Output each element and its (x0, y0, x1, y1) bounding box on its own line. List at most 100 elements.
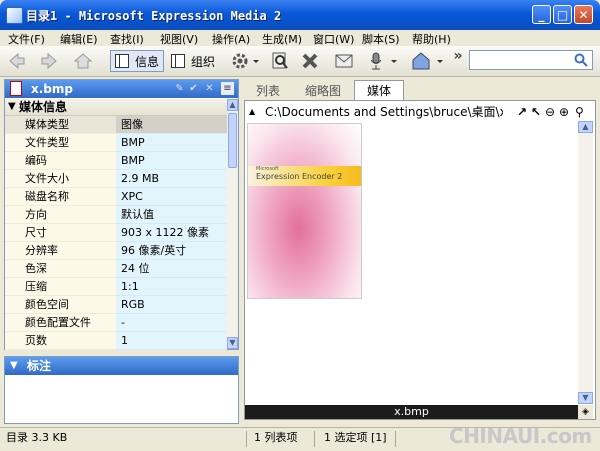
forward-arrow-icon[interactable] (38, 51, 60, 71)
minimize-button[interactable]: _ (532, 5, 551, 24)
microphone-icon[interactable] (364, 51, 400, 71)
panel-menu-icon[interactable]: ≡ (221, 82, 234, 95)
info-toggle-button[interactable]: 信息 (110, 50, 164, 72)
property-key: 磁盘名称 (5, 188, 116, 206)
property-key: 尺寸 (5, 224, 116, 242)
media-preview-image[interactable]: Microsoft Expression Encoder 2 (247, 123, 362, 299)
property-value[interactable]: 24 位 (116, 260, 227, 278)
media-info-section-header[interactable]: ▼ 媒体信息 (5, 99, 227, 116)
property-row[interactable]: 方向 默认值 (5, 206, 227, 224)
status-divider (395, 431, 396, 447)
property-row[interactable]: 颜色配置文件 - (5, 314, 227, 332)
property-key: 编码 (5, 152, 116, 170)
scroll-down-icon[interactable]: ▼ (227, 337, 238, 349)
rotate-right-icon[interactable]: ↗ (517, 103, 527, 121)
media-filename-bar: x.bmp (245, 405, 578, 419)
title-bar[interactable]: 目录1 - Microsoft Expression Media 2 _ □ ✕ (0, 0, 600, 30)
home-folder-icon[interactable] (410, 51, 446, 71)
toolbar-overflow[interactable]: » (452, 46, 464, 66)
property-row[interactable]: 分辨率 96 像素/英寸 (5, 242, 227, 260)
check-icon[interactable]: ✔ (187, 82, 200, 95)
tab-thumbnails[interactable]: 缩略图 (296, 82, 350, 100)
property-value[interactable]: 2.9 MB (116, 170, 227, 188)
notes-panel: ▼ 标注 (4, 356, 239, 424)
info-button-label: 信息 (135, 55, 160, 69)
file-path: C:\Documents and Settings\bruce\桌面\x.bmp (265, 105, 503, 119)
scroll-thumb[interactable] (228, 113, 237, 168)
menu-window[interactable]: 窗口(W) (313, 31, 354, 47)
property-value[interactable]: 903 x 1122 像素 (116, 224, 227, 242)
resize-grip-icon[interactable]: ◈ (578, 405, 593, 419)
property-value[interactable]: 1 (116, 332, 227, 350)
property-value[interactable]: XPC (116, 188, 227, 206)
property-value[interactable]: 96 像素/英寸 (116, 242, 227, 260)
path-bar: ▲ C:\Documents and Settings\bruce\桌面\x.b… (245, 103, 595, 121)
property-row[interactable]: 媒体类型 图像 (5, 116, 227, 134)
maximize-button[interactable]: □ (553, 5, 572, 24)
home-icon[interactable] (72, 51, 94, 71)
menu-script[interactable]: 脚本(S) (362, 31, 400, 47)
menu-make[interactable]: 生成(M) (262, 31, 302, 47)
section-title: 媒体信息 (19, 100, 68, 114)
edit-icon[interactable]: ✎ (173, 82, 186, 95)
app-icon (6, 7, 23, 24)
gear-icon[interactable] (228, 51, 262, 71)
back-arrow-icon[interactable] (6, 51, 28, 71)
tab-media[interactable]: 媒体 (354, 80, 404, 101)
property-value[interactable]: RGB (116, 296, 227, 314)
property-row[interactable]: 色深 24 位 (5, 260, 227, 278)
selected-status: 1 选定项 [1] (324, 431, 387, 444)
property-key: 色深 (5, 260, 116, 278)
collapse-arrow-icon[interactable]: ▼ (8, 99, 16, 115)
panel-icon (115, 54, 129, 68)
property-value[interactable]: 默认值 (116, 206, 227, 224)
property-row[interactable]: 文件大小 2.9 MB (5, 170, 227, 188)
property-row[interactable]: 页数 1 (5, 332, 227, 350)
bmp-file-icon (10, 81, 22, 96)
scroll-up-icon[interactable]: ▲ (578, 121, 593, 133)
info-scrollbar[interactable]: ▲ ▼ (227, 99, 238, 349)
property-value[interactable]: 图像 (116, 116, 227, 134)
scroll-down-icon[interactable]: ▼ (578, 392, 593, 404)
property-row[interactable]: 文件类型 BMP (5, 134, 227, 152)
menu-action[interactable]: 操作(A) (212, 31, 250, 47)
tab-list[interactable]: 列表 (246, 82, 290, 100)
property-value[interactable]: BMP (116, 152, 227, 170)
mail-icon[interactable] (332, 51, 356, 71)
property-key: 压缩 (5, 278, 116, 296)
info-file-name: x.bmp (31, 82, 73, 96)
inspect-icon[interactable] (268, 51, 292, 71)
notes-field[interactable] (5, 375, 238, 423)
menu-find[interactable]: 查找(I) (110, 31, 144, 47)
close-button[interactable]: ✕ (574, 5, 593, 24)
zoom-out-icon[interactable]: ⊖ (545, 103, 555, 121)
search-icon[interactable] (574, 53, 588, 70)
viewer-scrollbar[interactable]: ▲ ▼ (578, 121, 593, 404)
organize-toggle-button[interactable]: 组织 (166, 50, 220, 72)
menu-view[interactable]: 视图(V) (160, 31, 198, 47)
property-value[interactable]: 1:1 (116, 278, 227, 296)
notes-header[interactable]: ▼ 标注 (5, 357, 238, 375)
magnifier-icon[interactable]: ⚲ (575, 103, 584, 121)
preview-brand: Expression Encoder 2 (256, 172, 343, 181)
property-row[interactable]: 磁盘名称 XPC (5, 188, 227, 206)
property-row[interactable]: 颜色空间 RGB (5, 296, 227, 314)
property-row[interactable]: 压缩 1:1 (5, 278, 227, 296)
menu-file[interactable]: 文件(F) (8, 31, 45, 47)
property-value[interactable]: - (116, 314, 227, 332)
delete-x-icon[interactable] (298, 51, 322, 71)
zoom-in-icon[interactable]: ⊕ (559, 103, 569, 121)
collapse-arrow-icon[interactable]: ▼ (10, 357, 18, 375)
list-items-status: 1 列表项 (254, 431, 298, 444)
property-row[interactable]: 尺寸 903 x 1122 像素 (5, 224, 227, 242)
property-row[interactable]: 编码 BMP (5, 152, 227, 170)
scroll-up-icon[interactable]: ▲ (227, 99, 238, 111)
search-input[interactable] (469, 50, 593, 70)
close-icon[interactable]: ✕ (203, 82, 216, 95)
menu-help[interactable]: 帮助(H) (412, 31, 451, 47)
property-key: 文件大小 (5, 170, 116, 188)
menu-edit[interactable]: 编辑(E) (60, 31, 98, 47)
disclosure-arrow-icon[interactable]: ▲ (249, 103, 255, 121)
property-value[interactable]: BMP (116, 134, 227, 152)
rotate-left-icon[interactable]: ↖ (531, 103, 541, 121)
